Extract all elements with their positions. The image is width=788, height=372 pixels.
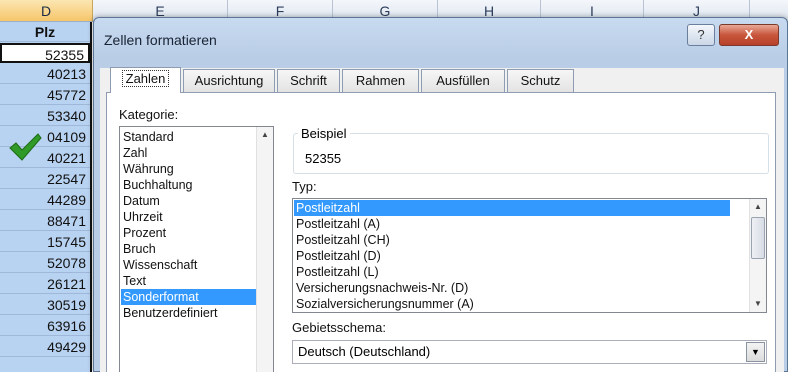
close-icon[interactable]: X	[719, 24, 779, 46]
table-row[interactable]: 44289	[0, 190, 90, 210]
tab-ausfuellen[interactable]: Ausfüllen	[421, 69, 505, 92]
sample-value: 52355	[305, 151, 342, 166]
table-row[interactable]: 63916	[0, 316, 90, 336]
list-item[interactable]: Prozent	[121, 225, 256, 241]
category-list[interactable]: Standard Zahl Währung Buchhaltung Datum …	[119, 126, 274, 372]
dropdown-arrow-icon[interactable]: ▼	[746, 342, 765, 362]
category-scrollbar[interactable]: ▲	[256, 127, 273, 372]
type-list[interactable]: Postleitzahl Postleitzahl (A) Postleitza…	[292, 198, 767, 313]
table-row[interactable]: 22547	[0, 169, 90, 189]
sample-groupbox	[293, 133, 769, 174]
list-item[interactable]: Zahl	[121, 145, 256, 161]
sample-label: Beispiel	[298, 126, 350, 141]
scroll-down-icon[interactable]: ▼	[750, 296, 766, 312]
list-item[interactable]: Sozialversicherungsnummer (A)	[294, 296, 730, 312]
tab-schrift[interactable]: Schrift	[277, 69, 340, 92]
list-item[interactable]: Buchhaltung	[121, 177, 256, 193]
locale-label: Gebietsschema:	[292, 320, 386, 335]
locale-value: Deutsch (Deutschland)	[298, 344, 431, 359]
tab-ausrichtung[interactable]: Ausrichtung	[183, 69, 275, 92]
list-item[interactable]: Benutzerdefiniert	[121, 305, 256, 321]
column-header-d[interactable]: D	[0, 0, 93, 22]
table-row[interactable]: 45772	[0, 85, 90, 105]
table-row[interactable]: 30519	[0, 295, 90, 315]
type-label: Typ:	[292, 179, 317, 194]
list-item[interactable]: Währung	[121, 161, 256, 177]
tab-rahmen[interactable]: Rahmen	[342, 69, 419, 92]
table-row[interactable]: 40213	[0, 64, 90, 84]
table-row[interactable]: 26121	[0, 274, 90, 294]
format-cells-dialog: Zellen formatieren ? X Zahlen Ausrichtun…	[93, 17, 788, 372]
checkmark-icon	[9, 133, 42, 161]
table-row[interactable]: 15745	[0, 232, 90, 252]
list-item[interactable]: Uhrzeit	[121, 209, 256, 225]
dialog-title: Zellen formatieren	[104, 32, 217, 48]
table-row[interactable]: 88471	[0, 211, 90, 231]
list-item[interactable]: Standard	[121, 129, 256, 145]
dialog-body: Zahlen Ausrichtung Schrift Rahmen Ausfül…	[100, 67, 784, 372]
table-row[interactable]: 49429	[0, 337, 90, 357]
locale-dropdown[interactable]: Deutsch (Deutschland) ▼	[292, 340, 767, 364]
tab-page-zahlen: Kategorie: Standard Zahl Währung Buchhal…	[106, 92, 776, 372]
type-scrollbar[interactable]: ▲ ▼	[749, 199, 766, 312]
cell-header-plz[interactable]: Plz	[0, 22, 90, 42]
column-d-cells[interactable]: Plz 52355 40213 45772 53340 04109 40221 …	[0, 22, 92, 372]
list-item[interactable]: Text	[121, 273, 256, 289]
list-item[interactable]: Postleitzahl (L)	[294, 264, 730, 280]
scroll-up-icon[interactable]: ▲	[750, 199, 766, 215]
list-item[interactable]: Datum	[121, 193, 256, 209]
tab-zahlen[interactable]: Zahlen	[110, 67, 181, 93]
list-item[interactable]: Postleitzahl (CH)	[294, 232, 730, 248]
list-item-selected[interactable]: Sonderformat	[121, 289, 256, 305]
list-item[interactable]: Versicherungsnachweis-Nr. (D)	[294, 280, 730, 296]
help-icon[interactable]: ?	[687, 24, 715, 46]
table-row[interactable]: 52078	[0, 253, 90, 273]
list-item[interactable]: Postleitzahl (D)	[294, 248, 730, 264]
scroll-thumb[interactable]	[751, 217, 765, 259]
list-item[interactable]: Bruch	[121, 241, 256, 257]
category-label: Kategorie:	[119, 107, 179, 122]
list-item-selected[interactable]: Postleitzahl	[294, 200, 730, 216]
table-row[interactable]: 52355	[0, 43, 90, 63]
list-item[interactable]: Wissenschaft	[121, 257, 256, 273]
list-item[interactable]: Postleitzahl (A)	[294, 216, 730, 232]
tab-schutz[interactable]: Schutz	[507, 69, 574, 92]
table-row[interactable]: 53340	[0, 106, 90, 126]
scroll-up-icon[interactable]: ▲	[257, 127, 273, 143]
